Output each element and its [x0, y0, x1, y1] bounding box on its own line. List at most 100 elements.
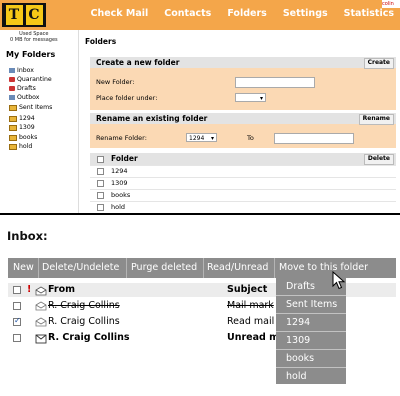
move-to-folder-button[interactable]: Move to this folder	[279, 258, 368, 278]
nav-contacts[interactable]: Contacts	[164, 8, 211, 19]
new-folder-label: New Folder:	[96, 78, 135, 86]
menu-item-1309[interactable]: 1309	[276, 332, 346, 349]
sidebar-item-label: Drafts	[17, 85, 36, 92]
sidebar-item-drafts[interactable]: Drafts	[9, 85, 36, 92]
sidebar-item-label: hold	[19, 143, 33, 150]
sidebar-item-label: Quarantine	[17, 76, 52, 83]
logo-letter-t: T	[5, 5, 23, 25]
rename-folder-label: Rename Folder:	[96, 134, 147, 142]
sidebar-title: My Folders	[6, 50, 56, 59]
sidebar-item-hold[interactable]: hold	[9, 143, 32, 150]
nav-settings[interactable]: Settings	[283, 8, 328, 19]
sidebar-item-sent-items[interactable]: Sent Items	[9, 104, 52, 111]
sidebar-item-label: 1294	[19, 115, 35, 122]
folder-name: 1294	[111, 167, 128, 175]
create-folder-title: Create a new folder	[90, 57, 396, 68]
folder-icon	[9, 104, 17, 111]
select-all-checkbox[interactable]	[97, 156, 104, 163]
open-envelope-icon	[35, 317, 47, 327]
user-box: colin	[382, 0, 400, 8]
delete-button[interactable]: Delete	[363, 154, 394, 165]
logo-letter-c: C	[25, 5, 43, 25]
move-to-folder-menu: Drafts Sent Items 1294 1309 books hold	[276, 278, 346, 384]
folder-icon	[9, 143, 17, 150]
sidebar-divider	[78, 30, 79, 213]
toolbar-separator	[203, 258, 204, 278]
nav-check-mail[interactable]: Check Mail	[90, 8, 148, 19]
sidebar-item-inbox[interactable]: Inbox	[9, 67, 34, 74]
app-logo: T C	[2, 3, 46, 27]
toolbar-separator	[126, 258, 127, 278]
folder-name: books	[111, 191, 131, 199]
place-under-label: Place folder under:	[96, 94, 158, 102]
sidebar-item-quarantine[interactable]: Quarantine	[9, 76, 52, 83]
used-space-detail: 0 MB for messages	[10, 37, 58, 43]
toolbar-separator	[274, 258, 275, 278]
nav-folders[interactable]: Folders	[227, 8, 266, 19]
main-nav: Check Mail Contacts Folders Settings Sta…	[90, 8, 394, 19]
delete-undelete-button[interactable]: Delete/Undelete	[42, 258, 119, 278]
subject-column-header[interactable]: Subject	[227, 284, 267, 295]
folder-checkbox[interactable]	[97, 192, 104, 199]
message-checkbox[interactable]	[13, 334, 21, 342]
folder-icon	[9, 134, 17, 141]
nav-statistics[interactable]: Statistics	[344, 8, 394, 19]
envelope-icon	[35, 286, 47, 296]
screenshot-divider	[0, 213, 400, 215]
folder-name: 1309	[111, 179, 128, 187]
folder-icon	[9, 124, 17, 131]
folder-column-header: Folder	[111, 154, 138, 163]
message-from[interactable]: R. Craig Collins	[48, 332, 130, 343]
folder-checkbox[interactable]	[97, 180, 104, 187]
rename-button[interactable]: Rename	[358, 114, 394, 125]
toolbar-separator	[38, 258, 39, 278]
top-navigation-bar: T C Check Mail Contacts Folders Settings…	[0, 0, 400, 30]
from-column-header[interactable]: From	[48, 284, 75, 295]
used-space: Used Space 0 MB for messages	[10, 31, 58, 43]
new-button[interactable]: New	[13, 258, 34, 278]
menu-item-sent-items[interactable]: Sent Items	[276, 296, 346, 313]
rename-folder-select[interactable]: 1294	[186, 133, 217, 143]
menu-item-books[interactable]: books	[276, 350, 346, 367]
sidebar-item-label: Outbox	[17, 94, 40, 101]
inbox-icon	[9, 68, 15, 73]
message-checkbox[interactable]	[13, 302, 21, 310]
message-subject[interactable]: Mail mark	[227, 300, 274, 311]
create-folder-panel: Create a new folder Create New Folder: P…	[90, 57, 396, 110]
message-checkbox[interactable]	[13, 316, 21, 326]
read-unread-button[interactable]: Read/Unread	[207, 258, 268, 278]
quarantine-icon	[9, 77, 15, 82]
open-envelope-icon	[35, 301, 47, 311]
rename-to-input[interactable]	[274, 133, 354, 144]
folder-name: hold	[111, 203, 126, 211]
sidebar-item-1294[interactable]: 1294	[9, 115, 35, 122]
create-button[interactable]: Create	[363, 58, 394, 69]
sidebar-item-label: Sent Items	[19, 104, 53, 111]
mouse-cursor-icon	[332, 271, 346, 290]
purge-deleted-button[interactable]: Purge deleted	[131, 258, 197, 278]
menu-item-hold[interactable]: hold	[276, 368, 346, 385]
menu-item-1294[interactable]: 1294	[276, 314, 346, 331]
sidebar-item-outbox[interactable]: Outbox	[9, 94, 39, 101]
folder-table: Folder Delete 1294 1309 books hold	[90, 153, 396, 214]
parent-folder-select[interactable]	[235, 93, 266, 103]
new-folder-input[interactable]	[235, 77, 315, 88]
sidebar-item-books[interactable]: books	[9, 134, 37, 141]
inbox-title: Inbox:	[7, 229, 48, 243]
rename-to-label: To	[247, 134, 254, 142]
sidebar-item-label: books	[19, 134, 38, 141]
folder-checkbox[interactable]	[97, 168, 104, 175]
folders-screenshot: T C Check Mail Contacts Folders Settings…	[0, 0, 400, 215]
message-from[interactable]: R. Craig Collins	[48, 300, 120, 311]
folder-checkbox[interactable]	[97, 204, 104, 211]
select-all-messages-checkbox[interactable]	[13, 286, 21, 294]
rename-folder-title: Rename an existing folder	[90, 113, 396, 124]
sidebar-item-label: Inbox	[17, 67, 34, 74]
outbox-icon	[9, 95, 15, 100]
message-subject[interactable]: Read mail	[227, 316, 274, 327]
message-subject[interactable]: Unread m	[227, 332, 279, 343]
sidebar-item-1309[interactable]: 1309	[9, 124, 35, 131]
drafts-icon	[9, 86, 15, 91]
priority-column-header: !	[27, 284, 32, 295]
message-from[interactable]: R. Craig Collins	[48, 316, 120, 327]
